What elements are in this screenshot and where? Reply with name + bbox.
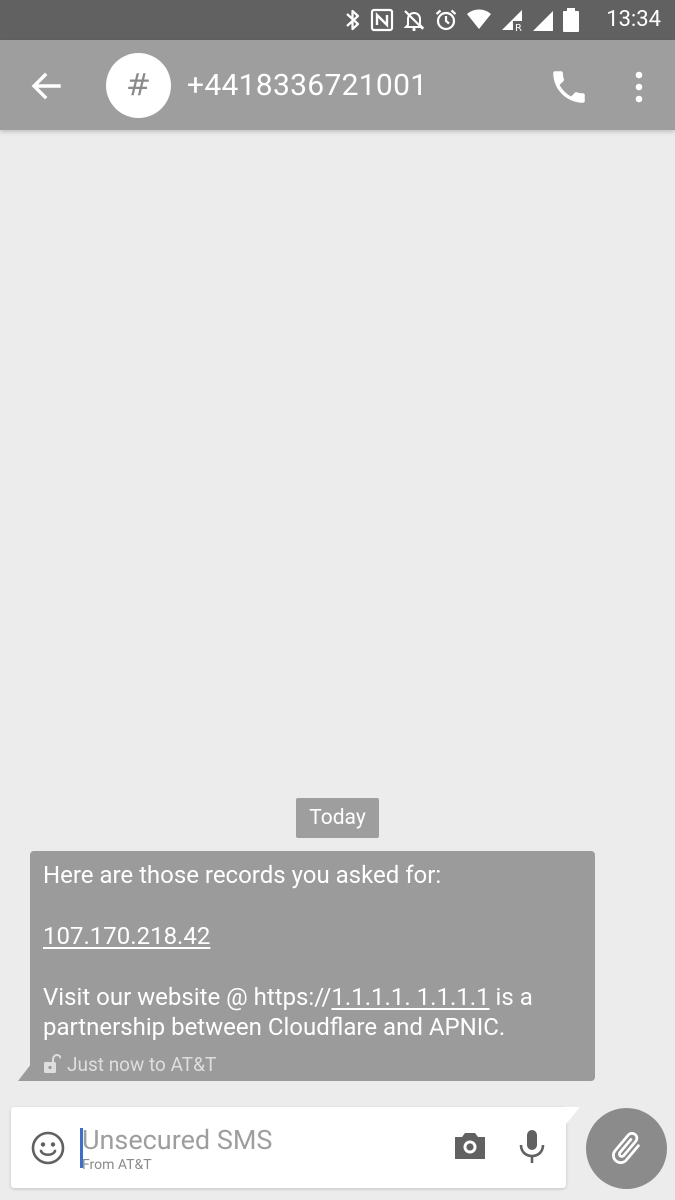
arrow-back-icon[interactable] <box>25 65 67 107</box>
message-text-suffix: is a <box>489 983 533 1011</box>
alarm-icon <box>435 9 457 31</box>
unlocked-icon <box>44 1054 61 1073</box>
bluetooth-icon <box>346 9 360 31</box>
status-icons: R <box>336 0 580 40</box>
message-meta: Just now to AT&T <box>43 1052 216 1076</box>
notifications-off-icon <box>403 10 425 32</box>
message-text-line: Visit our website @ https://1.1.1.1. 1.1… <box>43 983 533 1011</box>
signal-roaming-icon: R <box>502 10 523 32</box>
attach-icon <box>612 1131 640 1165</box>
wifi-icon <box>467 9 491 29</box>
phone-icon[interactable] <box>548 66 590 108</box>
camera-icon[interactable] <box>451 1127 489 1165</box>
date-chip: Today <box>296 798 379 838</box>
signal-icon <box>533 11 553 31</box>
sender-label: From AT&T <box>82 1157 152 1173</box>
message-text-prefix: Visit our website @ https:// <box>43 983 332 1011</box>
status-time: 13:34 <box>606 7 661 32</box>
nfc-icon <box>370 8 394 32</box>
battery-icon <box>563 8 579 32</box>
attach-button[interactable] <box>586 1108 667 1189</box>
message-text-line: partnership between Cloudflare and APNIC… <box>43 1013 506 1041</box>
app-bar: # +4418336721001 <box>0 40 675 130</box>
status-bar: R 13:34 <box>0 0 675 40</box>
message-status: Just now to AT&T <box>67 1052 217 1076</box>
website-link[interactable]: 1.1.1.1. 1.1.1.1 <box>331 983 489 1011</box>
compose-tail <box>562 1107 580 1129</box>
message-input[interactable] <box>82 1120 432 1160</box>
message-text-line: Here are those records you asked for: <box>43 861 442 889</box>
svg-text:R: R <box>515 23 522 32</box>
message-bubble[interactable]: Here are those records you asked for: 10… <box>30 851 595 1081</box>
mic-icon[interactable] <box>515 1127 549 1165</box>
contact-avatar[interactable]: # <box>106 53 171 118</box>
contact-title: +4418336721001 <box>187 68 428 103</box>
emoji-icon[interactable] <box>30 1130 66 1166</box>
ip-address-link[interactable]: 107.170.218.42 <box>43 922 210 950</box>
more-vert-icon[interactable] <box>625 66 653 108</box>
